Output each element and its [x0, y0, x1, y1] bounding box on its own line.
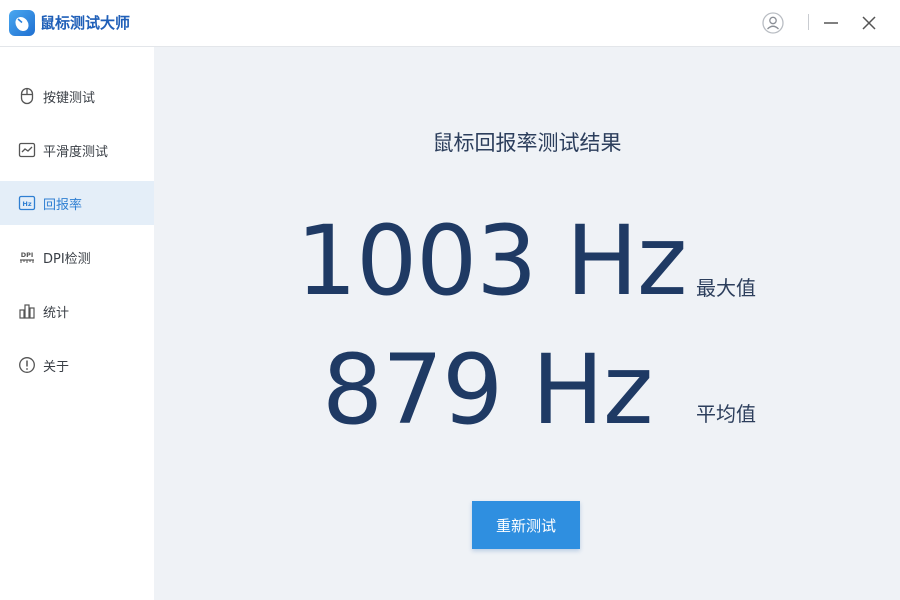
close-icon[interactable] — [857, 11, 881, 35]
mouse-icon — [18, 87, 36, 105]
avg-rate-label: 平均值 — [696, 402, 756, 426]
sidebar-item-label: 统计 — [43, 306, 70, 321]
max-rate-label: 最大值 — [696, 276, 756, 300]
app-logo-icon — [9, 10, 35, 36]
titlebar-separator — [808, 14, 809, 30]
result-title: 鼠标回报率测试结果 — [432, 131, 622, 155]
user-icon[interactable] — [761, 11, 785, 35]
info-icon — [18, 356, 36, 374]
sidebar-item-dpi-detection[interactable]: DPI DPI检测 — [0, 235, 154, 279]
sidebar-item-label: 按键测试 — [43, 91, 96, 106]
sidebar-item-button-test[interactable]: 按键测试 — [0, 74, 154, 118]
sidebar: 按键测试 平滑度测试 Hz 回报率 DPI DPI检测 统计 关于 — [0, 47, 154, 600]
hz-icon: Hz — [18, 194, 36, 212]
dpi-icon: DPI — [18, 248, 36, 266]
sidebar-item-statistics[interactable]: 统计 — [0, 289, 154, 333]
bar-chart-icon — [18, 302, 36, 320]
sidebar-item-about[interactable]: 关于 — [0, 343, 154, 387]
app-title: 鼠标测试大师 — [40, 14, 131, 32]
minimize-icon[interactable] — [819, 11, 843, 35]
max-rate-value: 1003 Hz — [296, 205, 687, 317]
sidebar-item-label: 平滑度测试 — [43, 145, 109, 160]
avg-rate-value: 879 Hz — [322, 334, 653, 446]
sidebar-item-label: DPI检测 — [43, 252, 91, 267]
sidebar-item-smoothness-test[interactable]: 平滑度测试 — [0, 128, 154, 172]
svg-text:DPI: DPI — [21, 251, 34, 259]
sidebar-item-polling-rate[interactable]: Hz 回报率 — [0, 181, 154, 225]
sidebar-item-label: 关于 — [43, 360, 70, 375]
title-bar: 鼠标测试大师 — [0, 0, 900, 47]
sidebar-item-label: 回报率 — [43, 198, 83, 213]
trend-chart-icon — [18, 141, 36, 159]
svg-text:Hz: Hz — [22, 200, 31, 208]
main-panel: 鼠标回报率测试结果 1003 Hz 最大值 879 Hz 平均值 重新测试 — [154, 47, 900, 600]
retest-button[interactable]: 重新测试 — [472, 501, 580, 549]
